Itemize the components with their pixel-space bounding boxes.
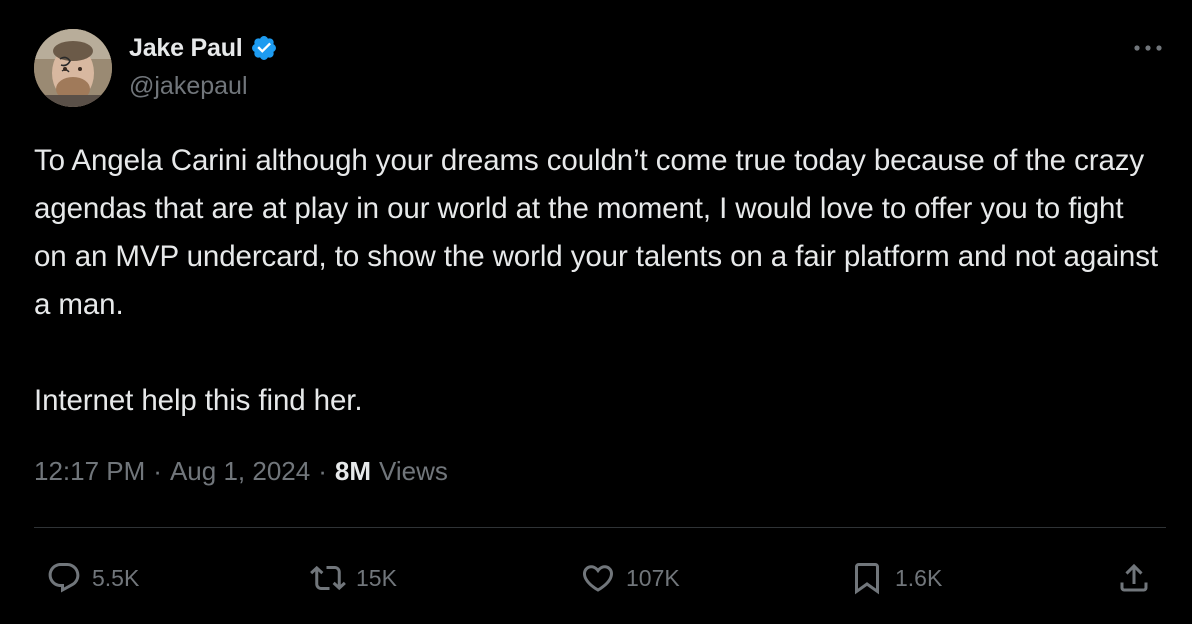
author-handle[interactable]: @jakepaul [129,72,248,101]
reply-button[interactable]: 5.5K [46,555,139,601]
bookmark-icon [849,560,885,596]
avatar[interactable] [34,29,112,107]
meta-separator: · [153,456,162,486]
heart-icon [580,560,616,596]
tweet-meta: 12:17 PM · Aug 1, 2024 · 8M Views [34,456,448,487]
display-name[interactable]: Jake Paul [129,34,243,63]
tweet-text: To Angela Carini although your dreams co… [34,137,1164,425]
verified-badge-icon[interactable] [250,34,278,62]
reply-bubble-icon [46,560,82,596]
like-count: 107K [626,564,680,591]
bookmark-count: 1.6K [895,564,943,591]
divider [34,527,1166,528]
reply-count: 5.5K [92,564,140,591]
views-count[interactable]: 8M [335,456,371,487]
tweet-card: Jake Paul @jakepaul To Angela Carini alt… [0,0,1192,624]
repost-count: 15K [356,564,397,591]
tweet-paragraph: To Angela Carini although your dreams co… [34,144,1158,321]
repost-button[interactable]: 15K [310,555,397,601]
bookmark-button[interactable]: 1.6K [849,555,942,601]
more-horizontal-icon [1134,45,1162,51]
like-button[interactable]: 107K [580,555,680,601]
tweet-time[interactable]: 12:17 PM [34,456,145,487]
tweet-paragraph: Internet help this find her. [34,384,363,417]
tweet-date[interactable]: Aug 1, 2024 [170,456,310,487]
share-button[interactable] [1116,555,1152,601]
repost-arrows-icon [310,560,346,596]
share-upload-icon [1116,560,1152,596]
meta-separator: · [318,456,327,486]
avatar-image [34,29,112,107]
action-bar: 5.5K 15K 107K 1.6K [0,555,1192,601]
author-name-row: Jake Paul [129,30,278,66]
more-options-button[interactable] [1130,36,1166,60]
views-label[interactable]: Views [379,456,448,487]
